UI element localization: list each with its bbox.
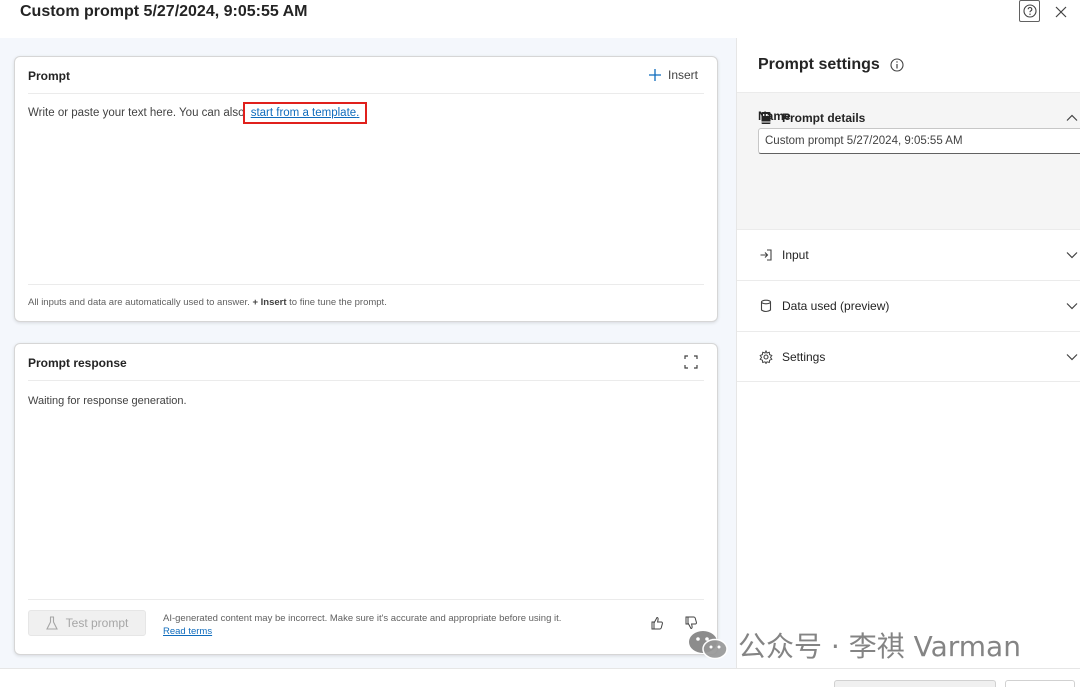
ai-disclaimer: AI-generated content may be incorrect. M… bbox=[163, 612, 561, 638]
wechat-logo-icon bbox=[689, 631, 728, 660]
response-card: Prompt response Waiting for response gen… bbox=[14, 343, 718, 655]
settings-header[interactable]: Settings bbox=[759, 332, 1080, 382]
watermark-text: 公众号 · 李祺 Varman bbox=[738, 630, 1021, 663]
question-circle-icon bbox=[1022, 4, 1037, 18]
name-label: Name bbox=[758, 109, 791, 123]
chevron-down-icon bbox=[1066, 354, 1078, 361]
close-button[interactable] bbox=[1052, 3, 1070, 21]
chevron-down-icon bbox=[1066, 303, 1078, 310]
response-text: Waiting for response generation. bbox=[28, 395, 187, 407]
title-bar: Custom prompt 5/27/2024, 9:05:55 AM bbox=[0, 0, 1080, 38]
test-prompt-button[interactable]: Test prompt bbox=[28, 610, 146, 636]
settings-label: Settings bbox=[782, 350, 826, 364]
watermark: 公众号 · 李祺 Varman bbox=[686, 627, 1021, 663]
footer-bar bbox=[0, 668, 1080, 687]
prompt-placeholder: Write or paste your text here. You can a… bbox=[28, 107, 248, 119]
chevron-down-icon bbox=[1066, 252, 1078, 259]
test-prompt-label: Test prompt bbox=[65, 616, 129, 630]
thumbs-up-icon[interactable] bbox=[650, 616, 664, 630]
read-terms-link[interactable]: Read terms bbox=[163, 626, 212, 637]
prompt-settings-panel: Prompt settings Prompt details Name Cust… bbox=[736, 38, 1080, 668]
footer-text: All inputs and data are automatically us… bbox=[28, 297, 253, 308]
prompt-footer: All inputs and data are automatically us… bbox=[28, 284, 704, 321]
response-title: Prompt response bbox=[28, 356, 127, 370]
response-header: Prompt response bbox=[28, 344, 704, 381]
settings-title-text: Prompt settings bbox=[758, 56, 880, 73]
prompt-header: Prompt Insert bbox=[28, 57, 704, 94]
data-used-header[interactable]: Data used (preview) bbox=[759, 281, 1080, 331]
link-period: . bbox=[356, 107, 360, 119]
template-link-text: start from a template bbox=[250, 107, 357, 119]
name-field[interactable] bbox=[758, 128, 1080, 154]
input-label: Input bbox=[782, 248, 809, 262]
input-section: Input bbox=[737, 229, 1080, 280]
input-header[interactable]: Input bbox=[759, 230, 1080, 280]
prompt-card: Prompt Insert Write or paste your text h… bbox=[14, 56, 718, 322]
info-icon[interactable] bbox=[890, 58, 904, 72]
expand-icon[interactable] bbox=[684, 355, 698, 369]
close-icon bbox=[1055, 6, 1067, 18]
flask-icon bbox=[45, 616, 58, 630]
gear-icon bbox=[759, 350, 773, 364]
prompt-details-label: Prompt details bbox=[782, 111, 866, 125]
chevron-up-icon bbox=[1066, 114, 1078, 121]
sign-in-icon bbox=[760, 249, 772, 261]
response-footer: Test prompt AI-generated content may be … bbox=[28, 599, 704, 654]
settings-section: Settings bbox=[737, 331, 1080, 382]
footer-tail: to fine tune the prompt. bbox=[286, 297, 387, 308]
secondary-footer-button[interactable] bbox=[1005, 680, 1075, 687]
start-from-template-link[interactable]: start from a template. bbox=[242, 102, 368, 124]
primary-footer-button[interactable] bbox=[834, 680, 996, 687]
plus-icon bbox=[648, 69, 661, 81]
data-used-label: Data used (preview) bbox=[782, 299, 890, 313]
footer-insert: + Insert bbox=[252, 297, 287, 308]
window-title: Custom prompt 5/27/2024, 9:05:55 AM bbox=[20, 3, 308, 20]
disclaimer-text: AI-generated content may be incorrect. M… bbox=[163, 613, 562, 624]
insert-label: Insert bbox=[667, 68, 698, 82]
insert-button[interactable]: Insert bbox=[648, 66, 698, 84]
help-button[interactable] bbox=[1019, 0, 1040, 22]
settings-title: Prompt settings bbox=[758, 56, 904, 74]
database-icon bbox=[760, 299, 772, 313]
data-used-section: Data used (preview) bbox=[737, 280, 1080, 331]
prompt-editor[interactable]: Write or paste your text here. You can a… bbox=[28, 102, 368, 124]
prompt-title: Prompt bbox=[28, 69, 70, 83]
